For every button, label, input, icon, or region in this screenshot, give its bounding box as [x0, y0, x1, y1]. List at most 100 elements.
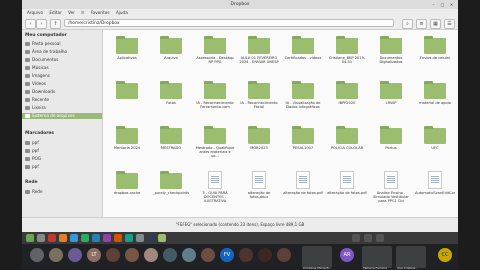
menu-editar[interactable]: Editar	[49, 10, 61, 15]
sidebar-item-desktop[interactable]: Área de trabalho	[25, 49, 100, 55]
menu-ir[interactable]: Ir	[81, 10, 84, 15]
minimize-icon[interactable]: –	[431, 2, 436, 7]
back-button[interactable]: ‹	[25, 19, 36, 29]
file-item[interactable]: alteração de fotos.docx	[239, 171, 279, 207]
file-item[interactable]: Analise Ensino - Simulado Vestibular par…	[371, 171, 411, 207]
browser-icon[interactable]	[48, 234, 56, 242]
menu-ajuda[interactable]: Ajuda	[116, 10, 128, 15]
sidebar-item-downloads[interactable]: Downloads	[25, 89, 100, 95]
sidebar-item-home[interactable]: Pasta pessoal	[25, 41, 100, 47]
participant-avatar[interactable]	[30, 248, 44, 262]
battery-icon[interactable]	[376, 234, 384, 242]
participant-avatar[interactable]: LT	[87, 248, 101, 262]
folder-item[interactable]: IA - Reconhecimento Ferramenta.com	[195, 81, 235, 117]
participant-tile[interactable]: Ana Cristina...	[396, 246, 426, 270]
sidebar-item-trash[interactable]: Lixeira	[25, 105, 100, 111]
sidebar-item-bookmark[interactable]: ppf	[25, 164, 100, 170]
files-icon[interactable]	[70, 234, 78, 242]
up-button[interactable]: ↑	[50, 19, 61, 29]
folder-item[interactable]: IA - Visualização de Dados Infográficos	[283, 81, 323, 117]
participant-avatar[interactable]	[163, 248, 177, 262]
folder-item[interactable]: Envios de celular	[415, 36, 455, 72]
sidebar-item-recent[interactable]: Recente	[25, 97, 100, 103]
menu-favoritos[interactable]: Favoritos	[91, 10, 110, 15]
forward-button[interactable]: ›	[36, 19, 47, 29]
participant-tile[interactable]: Fabiana Ferreira	[362, 246, 392, 270]
participant-avatar[interactable]	[277, 248, 291, 262]
sidebar-item-network[interactable]: Rede	[25, 189, 100, 195]
app-icon[interactable]	[147, 234, 155, 242]
folder-item[interactable]: Certificados - vídeos	[283, 36, 323, 72]
network-icon[interactable]	[352, 234, 360, 242]
folder-item[interactable]: Assessoria - Desktop RP PPG	[195, 36, 235, 72]
folder-item[interactable]: UFC	[415, 126, 455, 162]
participant-avatar[interactable]: CC	[438, 248, 452, 262]
participant-avatar[interactable]: FV	[220, 248, 234, 262]
menu-ver[interactable]: Ver	[68, 10, 75, 15]
menu-arquivo[interactable]: Arquivo	[27, 10, 43, 15]
sidebar-item-music[interactable]: Músicas	[25, 65, 100, 71]
participant-avatar[interactable]	[144, 248, 158, 262]
folder-item[interactable]: Fotos	[151, 81, 191, 117]
folder-item[interactable]: material de apoio	[415, 81, 455, 117]
folder-icon[interactable]	[158, 234, 166, 242]
folder-item[interactable]: Aplicativos	[107, 36, 147, 72]
volume-icon[interactable]	[364, 234, 372, 242]
folder-item[interactable]: POLICIA COLOLAR	[327, 126, 367, 162]
sidebar-item-bookmark[interactable]: ppf	[25, 140, 100, 146]
participant-avatar[interactable]	[49, 248, 63, 262]
participant-tile[interactable]: Cristiane Maria B...	[302, 246, 332, 270]
folder-item[interactable]: dropbox.cache	[107, 171, 147, 207]
participant-avatar[interactable]	[106, 248, 120, 262]
close-icon[interactable]: ×	[449, 2, 454, 7]
app-icon[interactable]	[103, 234, 111, 242]
app-icon[interactable]	[114, 234, 122, 242]
sidebar-item-filesystem[interactable]: Sistema de arquivos	[22, 113, 102, 119]
participant-avatar[interactable]: AR	[340, 248, 354, 262]
sidebar-item-pictures[interactable]: Imagens	[25, 73, 100, 79]
folder-item[interactable]: MESTRADO	[151, 126, 191, 162]
sidebar-item-bookmark[interactable]: ppf	[25, 148, 100, 154]
folder-item[interactable]: Mentoria 2024	[107, 126, 147, 162]
search-icon[interactable]: ⌕	[402, 19, 413, 29]
participant-avatar[interactable]	[239, 248, 253, 262]
maximize-icon[interactable]: □	[440, 2, 445, 7]
folder-item[interactable]: IA - Reconhecimento Facial	[239, 81, 279, 117]
folder-item[interactable]: Documentos Digitalizados	[371, 36, 411, 72]
folder-item[interactable]: _purely_checkpoints	[151, 171, 191, 207]
sidebar-item-documents[interactable]: Documentos	[25, 57, 100, 63]
folder-item[interactable]: LPASP	[371, 81, 411, 117]
terminal-icon[interactable]	[81, 234, 89, 242]
participant-avatar[interactable]	[201, 248, 215, 262]
participant-avatar[interactable]	[258, 248, 272, 262]
folder-item[interactable]: Cristiane_BKP 2019-04-01	[327, 36, 367, 72]
sidebar-item-videos[interactable]: Vídeos	[25, 81, 100, 87]
menu-icon[interactable]	[26, 234, 34, 242]
show-desktop-icon[interactable]	[37, 234, 45, 242]
app-icon[interactable]	[136, 234, 144, 242]
app-icon[interactable]	[125, 234, 133, 242]
firefox-icon[interactable]	[59, 234, 67, 242]
folder-item[interactable]: Arquivo	[151, 36, 191, 72]
grid-view-icon[interactable]: ▦	[430, 19, 441, 29]
sidebar-item-bookmark[interactable]: POG	[25, 156, 100, 162]
file-item[interactable]: 3 - GUIA PARA DOCENTES - ILUSTRATIVA	[195, 171, 235, 207]
folder-item[interactable]: Portus	[371, 126, 411, 162]
participant-avatar[interactable]	[125, 248, 139, 262]
folder-item[interactable]: IBPF2020	[327, 81, 367, 117]
compact-view-icon[interactable]: ☰	[444, 19, 455, 29]
file-item[interactable]: alteração de fotos.pdf	[327, 171, 367, 207]
location-field[interactable]: /home/cristina/Dropbox	[64, 19, 394, 27]
folder-item[interactable]: AULA 01 FEVEREIRO 2024 - ENVIAR UNESP	[239, 36, 279, 72]
file-item[interactable]: alteração de fotos.pdf	[283, 171, 323, 207]
list-view-icon[interactable]: ≡	[416, 19, 427, 29]
folder-item[interactable]: Mestrado - Qualifique antes materiais e …	[195, 126, 235, 162]
participant-avatar[interactable]	[68, 248, 82, 262]
file-item[interactable]: AutomaticScanEditConfig.xml	[415, 171, 455, 207]
folder-item[interactable]: PESAL1007	[283, 126, 323, 162]
folder-item[interactable]	[107, 81, 147, 117]
folder-item[interactable]: MOB2023	[239, 126, 279, 162]
app-icon[interactable]	[92, 234, 100, 242]
file-label: Fotos	[166, 101, 176, 105]
participant-avatar[interactable]	[182, 248, 196, 262]
